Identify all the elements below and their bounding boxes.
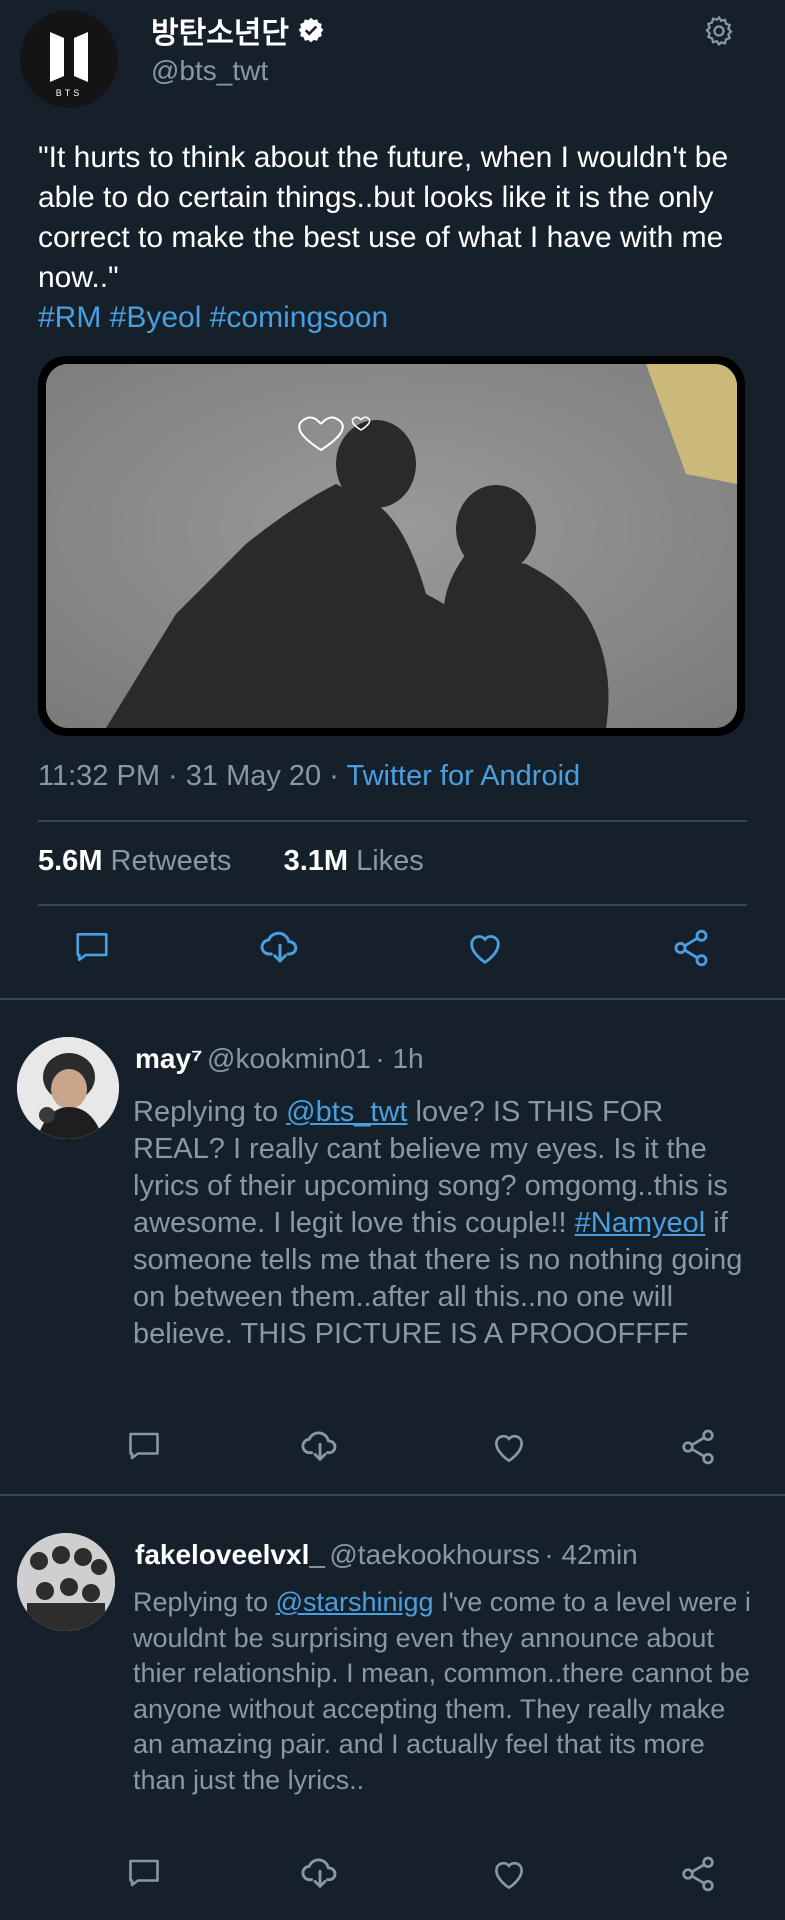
download-icon[interactable] xyxy=(300,1426,340,1466)
display-name[interactable]: 방탄소년단 xyxy=(151,8,325,52)
verified-badge-icon xyxy=(297,16,325,44)
reply-header: fakeloveelvxl_ @taekookhourss · 42min xyxy=(135,1539,638,1571)
heart-icon[interactable] xyxy=(465,929,505,969)
meta-separator: · xyxy=(544,1539,562,1570)
meta-separator: · xyxy=(375,1043,393,1074)
reply-icon[interactable] xyxy=(126,1855,162,1891)
likes-label: Likes xyxy=(356,845,424,877)
reply-icon[interactable] xyxy=(126,1428,162,1464)
tweet-date: 31 May 20 xyxy=(185,760,322,792)
download-icon[interactable] xyxy=(259,926,301,968)
mention-link[interactable]: @bts_twt xyxy=(286,1096,407,1128)
tweet-meta: 11:32 PM · 31 May 20 · Twitter for Andro… xyxy=(38,760,580,793)
display-name-text: 방탄소년단 xyxy=(151,17,289,50)
retweets-count: 5.6M xyxy=(38,845,103,877)
reply-display-name[interactable]: may⁷ xyxy=(135,1043,203,1074)
divider xyxy=(38,820,747,822)
mention-link[interactable]: @starshinigg xyxy=(276,1587,434,1617)
meta-separator: · xyxy=(329,760,347,792)
reply-handle[interactable]: @kookmin01 xyxy=(207,1043,371,1074)
svg-text:BTS: BTS xyxy=(56,88,83,98)
handle[interactable]: @bts_twt xyxy=(151,55,268,87)
heart-icon[interactable] xyxy=(490,1429,528,1467)
reply-avatar[interactable] xyxy=(17,1037,119,1139)
reply-text: Replying to @bts_twt love? IS THIS FOR R… xyxy=(133,1094,753,1353)
reply-avatar[interactable] xyxy=(17,1533,115,1631)
replying-prefix: Replying to xyxy=(133,1096,287,1128)
tweet-image[interactable] xyxy=(38,356,745,736)
gear-icon[interactable] xyxy=(702,14,736,48)
likes-stat[interactable]: 3.1M Likes xyxy=(284,845,424,877)
share-icon[interactable] xyxy=(670,927,712,969)
reply-time: 42min xyxy=(561,1539,638,1570)
hashtag-link[interactable]: #Namyeol xyxy=(575,1207,706,1239)
retweets-stat[interactable]: 5.6M Retweets xyxy=(38,845,231,877)
share-icon[interactable] xyxy=(678,1854,718,1894)
download-icon[interactable] xyxy=(300,1853,340,1893)
divider xyxy=(0,998,785,1000)
tweet-stats: 5.6M Retweets 3.1M Likes xyxy=(38,845,424,878)
tweet-hashtags[interactable]: #RM #Byeol #comingsoon xyxy=(38,298,758,338)
reply-display-name[interactable]: fakeloveelvxl_ xyxy=(135,1539,325,1570)
reply-text: Replying to @starshinigg I've come to a … xyxy=(133,1585,758,1798)
share-icon[interactable] xyxy=(678,1427,718,1467)
reply-header: may⁷ @kookmin01 · 1h xyxy=(135,1043,424,1075)
heart-icon[interactable] xyxy=(490,1856,528,1894)
reply-text-part: I've come to a level were i wouldnt be s… xyxy=(133,1587,751,1795)
replying-prefix: Replying to xyxy=(133,1587,276,1617)
tweet-source[interactable]: Twitter for Android xyxy=(346,760,580,792)
reply-time: 1h xyxy=(392,1043,424,1074)
bts-logo-icon: BTS xyxy=(50,32,88,98)
reply-handle[interactable]: @taekookhourss xyxy=(329,1539,540,1570)
retweets-label: Retweets xyxy=(110,845,232,877)
likes-count: 3.1M xyxy=(283,845,349,877)
tweet-time: 11:32 PM xyxy=(38,760,160,792)
shadow-photo xyxy=(46,364,737,728)
divider xyxy=(38,904,747,906)
meta-separator: · xyxy=(168,760,186,792)
divider xyxy=(0,1494,785,1496)
tweet-text: "It hurts to think about the future, whe… xyxy=(38,138,758,338)
reply-icon[interactable] xyxy=(73,928,111,966)
tweet-body: "It hurts to think about the future, whe… xyxy=(38,141,729,294)
bts-avatar[interactable]: BTS xyxy=(20,10,118,108)
